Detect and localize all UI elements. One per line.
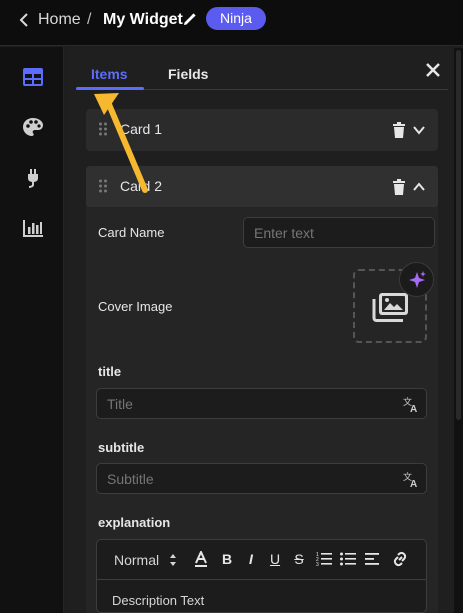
rich-text-editor[interactable]: Normal B I U S 1 2 3 Description Text — [96, 539, 427, 613]
pencil-icon[interactable] — [182, 13, 196, 27]
cover-image-label: Cover Image — [98, 299, 173, 314]
widget-title: My Widget — [103, 11, 183, 28]
grid-icon[interactable] — [22, 67, 44, 87]
home-link[interactable]: Home — [18, 11, 81, 29]
svg-text:A: A — [410, 479, 417, 487]
subtitle-input[interactable] — [96, 463, 427, 494]
link-icon[interactable] — [392, 551, 408, 567]
font-color-icon[interactable] — [193, 551, 209, 567]
trash-icon[interactable] — [392, 179, 406, 195]
plug-icon[interactable] — [22, 168, 44, 188]
ai-generate-button[interactable] — [399, 262, 434, 297]
left-rail — [0, 47, 64, 613]
sparkle-icon — [409, 271, 426, 288]
editor-toolbar: Normal B I U S 1 2 3 — [97, 540, 426, 580]
title-label: title — [98, 364, 122, 379]
trash-icon[interactable] — [392, 122, 406, 138]
bullet-list-icon[interactable] — [340, 551, 356, 567]
select-arrows-icon[interactable] — [169, 553, 177, 567]
chevron-up-icon[interactable] — [412, 180, 426, 194]
translate-icon[interactable]: 文 A — [403, 396, 419, 412]
chevron-left-icon — [19, 13, 28, 27]
format-select[interactable]: Normal — [114, 552, 159, 568]
card-name-label: Card Name — [98, 225, 165, 240]
chart-icon[interactable] — [22, 218, 44, 238]
title-input[interactable] — [96, 388, 427, 419]
palette-icon[interactable] — [22, 117, 44, 137]
italic-button[interactable]: I — [243, 551, 259, 567]
close-icon[interactable] — [425, 62, 441, 78]
svg-text:3: 3 — [316, 562, 319, 567]
explanation-label: explanation — [98, 515, 171, 530]
subtitle-label: subtitle — [98, 440, 145, 455]
svg-text:A: A — [410, 404, 417, 412]
annotation-arrow-icon — [94, 93, 148, 193]
home-label: Home — [38, 11, 81, 28]
bold-button[interactable]: B — [219, 551, 235, 567]
ordered-list-icon[interactable]: 1 2 3 — [316, 551, 332, 567]
description-placeholder: Description Text — [112, 593, 205, 608]
role-badge: Ninja — [206, 7, 266, 30]
translate-icon[interactable]: 文 A — [403, 471, 419, 487]
chevron-down-icon[interactable] — [412, 123, 426, 137]
top-bar: Home / My Widget Ninja — [0, 0, 463, 46]
scrollbar-thumb[interactable] — [456, 50, 461, 420]
breadcrumb-separator: / — [87, 11, 92, 28]
align-left-icon[interactable] — [364, 551, 380, 567]
underline-button[interactable]: U — [267, 551, 283, 567]
images-icon — [372, 293, 408, 322]
strikethrough-button[interactable]: S — [291, 551, 307, 567]
card-name-input[interactable] — [243, 217, 435, 248]
tab-fields[interactable]: Fields — [168, 66, 208, 82]
